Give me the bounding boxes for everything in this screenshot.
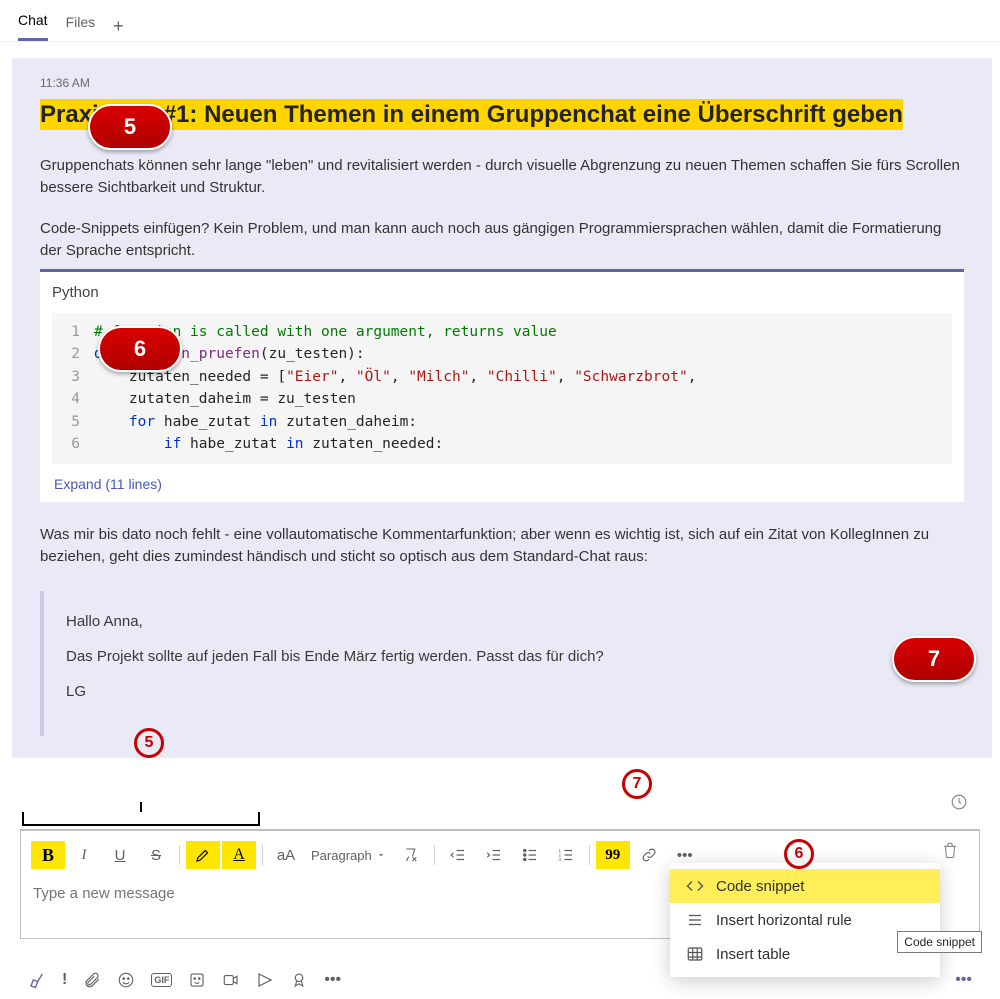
- highlight-button[interactable]: [186, 841, 220, 869]
- format-toggle-button[interactable]: [28, 971, 46, 989]
- dropdown-hr-label: Insert horizontal rule: [716, 912, 852, 929]
- code-snippet-card: Python 1# function is called with one ar…: [40, 269, 964, 502]
- hr-icon: [686, 911, 704, 929]
- table-icon: [686, 945, 704, 963]
- code-language-label: Python: [40, 272, 964, 307]
- indent-button[interactable]: [477, 841, 511, 869]
- message-timestamp: 11:36 AM: [40, 76, 964, 90]
- quoted-message: Hallo Anna, Das Projekt sollte auf jeden…: [40, 591, 964, 736]
- quote-body: Das Projekt sollte auf jeden Fall bis En…: [66, 646, 942, 667]
- message-card: 11:36 AM Praxistipp #1: Neuen Themen in …: [12, 58, 992, 758]
- add-tab-button[interactable]: +: [113, 16, 124, 37]
- code-icon: [686, 877, 704, 895]
- clear-format-button[interactable]: [394, 841, 428, 869]
- praise-button[interactable]: [290, 971, 308, 989]
- clock-icon: [950, 793, 968, 814]
- callout-7-small: 7: [622, 769, 652, 799]
- callout-7: 7: [892, 636, 976, 682]
- dropdown-code-snippet-label: Code snippet: [716, 878, 804, 895]
- meet-now-button[interactable]: [222, 971, 240, 989]
- callout-6-small: 6: [784, 839, 814, 869]
- quote-sign: LG: [66, 681, 942, 702]
- tab-files[interactable]: Files: [66, 14, 96, 40]
- italic-button[interactable]: I: [67, 841, 101, 869]
- callout-5-bracket: [22, 812, 260, 826]
- code-body: 1# function is called with one argument,…: [52, 313, 952, 464]
- quote-button[interactable]: 99: [596, 841, 630, 869]
- text-size-button[interactable]: aA: [269, 841, 303, 869]
- paragraph-dropdown[interactable]: Paragraph: [305, 848, 392, 863]
- number-list-button[interactable]: 123: [549, 841, 583, 869]
- callout-6: 6: [98, 326, 182, 372]
- top-tabs: Chat Files +: [0, 0, 1000, 42]
- tab-chat[interactable]: Chat: [18, 12, 48, 41]
- message-paragraph-2: Code-Snippets einfügen? Kein Problem, un…: [40, 218, 964, 263]
- strike-button[interactable]: S: [139, 841, 173, 869]
- insert-dropdown: Code snippet Insert horizontal rule Inse…: [670, 863, 940, 977]
- dropdown-code-snippet[interactable]: Code snippet: [670, 869, 940, 903]
- sticker-button[interactable]: [188, 971, 206, 989]
- more-apps-button[interactable]: •••: [324, 971, 341, 989]
- outdent-button[interactable]: [441, 841, 475, 869]
- callout-5-small: 5: [134, 728, 164, 758]
- message-paragraph-3: Was mir bis dato noch fehlt - eine volla…: [40, 524, 964, 569]
- quote-greeting: Hallo Anna,: [66, 611, 942, 632]
- underline-button[interactable]: U: [103, 841, 137, 869]
- svg-text:3: 3: [558, 857, 561, 862]
- message-paragraph-1: Gruppenchats können sehr lange "leben" u…: [40, 155, 964, 200]
- compose-bottom-toolbar: ! GIF ••• •••: [28, 971, 972, 989]
- link-button[interactable]: [632, 841, 666, 869]
- code-expand-link[interactable]: Expand (11 lines): [40, 472, 964, 502]
- priority-button[interactable]: !: [62, 971, 67, 989]
- attach-button[interactable]: [83, 971, 101, 989]
- bullet-list-button[interactable]: [513, 841, 547, 869]
- discard-button[interactable]: [941, 841, 959, 862]
- callout-5: 5: [88, 104, 172, 150]
- emoji-button[interactable]: [117, 971, 135, 989]
- send-more-button[interactable]: •••: [955, 971, 972, 989]
- tooltip-code-snippet: Code snippet: [897, 931, 982, 953]
- gif-button[interactable]: GIF: [151, 973, 172, 987]
- bold-button[interactable]: B: [31, 841, 65, 869]
- dropdown-table-label: Insert table: [716, 946, 790, 963]
- stream-button[interactable]: [256, 971, 274, 989]
- font-color-button[interactable]: A: [222, 841, 256, 869]
